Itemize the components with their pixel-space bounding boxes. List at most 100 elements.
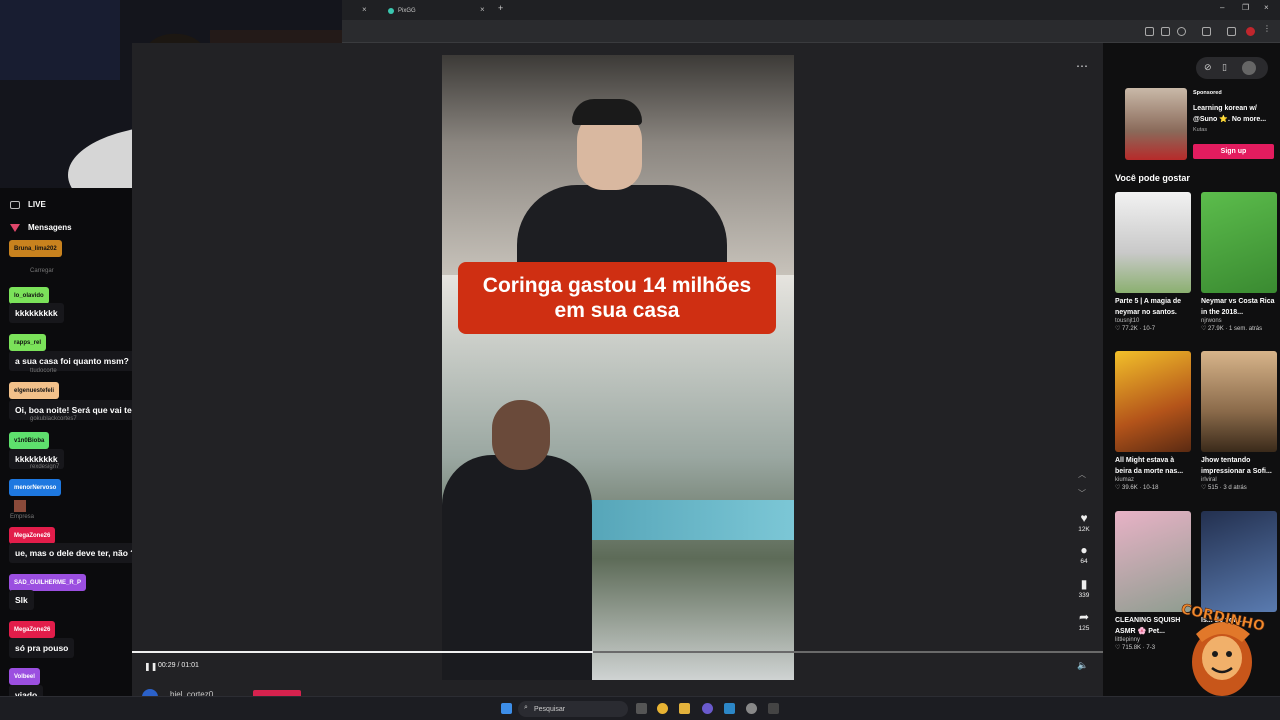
save-button[interactable]: ▮ 339 [1075,577,1093,599]
profile-avatar[interactable] [1246,27,1255,36]
video-thumbnail [1201,351,1277,452]
sidebar-icon[interactable] [1227,27,1236,36]
video-thumbnail [1201,511,1277,612]
chat-message: Slk [9,590,34,610]
bookmark-star-icon[interactable] [1177,27,1186,36]
video-thumbnail [1115,511,1191,612]
like-count: 12K [1078,526,1090,533]
screen: × PixGG × + – ❐ × ⋮ LIVE Mensagens Bruna… [0,0,1280,720]
chat-username-badge: rapps_rel [9,334,47,351]
comment-button[interactable]: ● 64 [1075,543,1093,565]
chat-username-badge: MegaZone26 [9,527,56,544]
ad-thumbnail[interactable] [1125,88,1187,160]
video-person-bottom-head [492,400,550,470]
panel-tools: ⊘ ▯ [1196,57,1268,79]
device-icon[interactable]: ▯ [1222,62,1227,73]
chat-message: ue, mas o dele deve ter, não ? [9,543,142,563]
extensions-icon[interactable] [1202,27,1211,36]
heart-icon [10,223,20,232]
heart-icon: ♥ [1080,511,1088,525]
card-author: kiumaz [1115,477,1135,483]
card-meta: ♡ 77.2K · 10-7 [1115,326,1156,332]
recommendations-heading: Você pode gostar [1115,173,1190,183]
video-time: 00:29 / 01:01 [158,662,199,669]
maximize-button[interactable]: ❐ [1242,3,1249,12]
live-label: LIVE [28,200,46,209]
browser-tab-bar: × PixGG × + – ❐ × [342,0,1280,20]
minimize-button[interactable]: – [1220,3,1224,12]
recommendations-panel: ⊘ ▯ Sponsored Learning korean w/ @Suno ⭐… [1103,43,1280,696]
cast-icon[interactable] [1145,27,1154,36]
comment-count: 64 [1080,558,1088,565]
ad-signup-button[interactable]: Sign up [1193,144,1274,159]
block-icon[interactable]: ⊘ [1204,62,1212,73]
chrome-icon[interactable] [657,703,668,714]
chat-ghost-text: Empresa [10,514,35,520]
chat-username-badge: MegaZone26 [9,621,56,638]
app-icon[interactable] [724,703,735,714]
recommended-video-card[interactable]: Neymar vs Costa Rica in the 2018... njrw… [1201,192,1277,332]
discord-icon[interactable] [702,703,713,714]
new-tab-button[interactable]: + [498,3,503,13]
video-thumbnail [1115,192,1191,293]
like-button[interactable]: ♥ 12K [1075,511,1093,533]
tab-label: PixGG [398,8,416,14]
translate-icon[interactable] [1161,27,1170,36]
browser-tab[interactable]: × [342,2,380,20]
chat-username-badge: Bruna_lima202 [9,240,62,257]
card-meta: ♡ 515 · 3 d atrás [1201,485,1247,491]
chat-message: só pra pouso [9,638,75,658]
windows-start-icon[interactable] [501,703,512,714]
video-person-top-cap [572,99,642,125]
windows-taskbar: ⌕ Pesquisar [0,696,1280,720]
pause-button[interactable]: ❚❚ [144,662,157,671]
obs-icon[interactable] [746,703,757,714]
video-player[interactable]: Coringa gastou 14 milhões em sua casa [442,55,794,680]
share-count: 125 [1078,625,1090,632]
chat-username-badge: lo_olavido [9,287,49,304]
video-progress-fill [132,651,594,653]
card-title: Parte 5 | A magia de neymar no santos. [1115,298,1182,316]
menu-icon[interactable]: ⋮ [1263,24,1272,33]
ad-advertiser: Kutas [1193,127,1208,133]
video-caption: Coringa gastou 14 milhões em sua casa [458,262,776,334]
messages-label: Mensagens [28,223,72,232]
close-window-button[interactable]: × [1264,3,1269,12]
card-meta: ♡ 27.9K · 1 sem. atrás [1201,326,1263,332]
chat-username-badge: elgenuestefeli [9,382,60,399]
ad-title[interactable]: Learning korean w/ @Suno ⭐. No more... [1193,103,1273,125]
live-tab[interactable]: LIVE [10,200,46,209]
card-author: tousnjt10 [1115,318,1140,324]
chat-emote-icon [14,500,26,512]
chat-ghost-text: rexdesign7 [30,464,60,470]
volume-icon[interactable]: 🔈 [1077,660,1088,671]
chat-username-badge: Volbeel [9,668,40,685]
chat-ghost-text: ttudocorte [30,368,57,374]
live-icon [10,200,20,209]
share-button[interactable]: ➦ 125 [1075,610,1093,632]
taskbar-search[interactable]: ⌕ Pesquisar [518,701,628,717]
chat-username-badge: SAD_GUILHERME_R_P [9,574,87,591]
card-title: Jhow tentando impressionar a Sofi... [1201,457,1272,475]
card-title: All Might estava à beira da morte nas... [1115,457,1184,475]
chat-username-badge: v1n0Bioba [9,432,50,449]
recommended-video-card[interactable]: Parte 5 | A magia de neymar no santos. t… [1115,192,1191,332]
recommended-video-card[interactable]: Jhow tentando impressionar a Sofi... irl… [1201,351,1277,491]
app-icon[interactable] [768,703,779,714]
next-video-chevron-down-icon[interactable]: ﹀ [1078,488,1086,499]
user-avatar[interactable] [1242,61,1256,75]
video-thumbnail [1201,192,1277,293]
taskbar-search-label: Pesquisar [534,705,566,713]
ad-sponsored-label: Sponsored [1193,90,1222,96]
tab-close-icon[interactable]: × [362,5,367,14]
previous-video-chevron-up-icon[interactable]: ︿ [1078,469,1086,480]
browser-tab-pixgg[interactable]: PixGG × [380,2,494,20]
more-options-icon[interactable]: ⋯ [1076,59,1088,73]
tab-close-icon[interactable]: × [480,5,485,14]
video-progress-bar[interactable] [132,651,1103,653]
task-view-icon[interactable] [636,703,647,714]
recommended-video-card[interactable]: All Might estava à beira da morte nas...… [1115,351,1191,491]
messages-tab[interactable]: Mensagens [10,223,72,232]
streamer-logo: CORDINHO [1179,601,1267,696]
file-explorer-icon[interactable] [679,703,690,714]
